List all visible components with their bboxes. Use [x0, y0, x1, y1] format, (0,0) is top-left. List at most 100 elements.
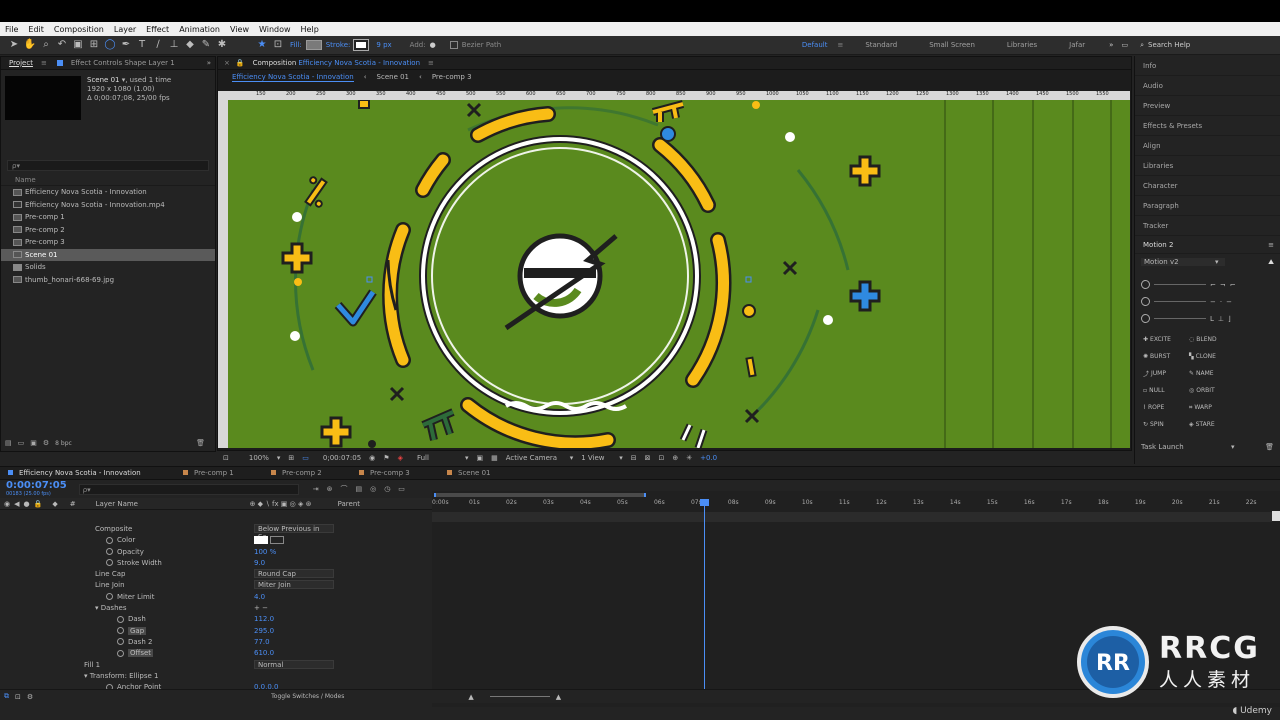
star-icon[interactable]: ★ [254, 38, 270, 52]
property-value[interactable]: 77.0 [254, 637, 270, 648]
fill-swatch[interactable] [305, 40, 322, 50]
layer-name-column[interactable]: Layer Name [96, 500, 246, 508]
tab-composition-label[interactable]: Composition [245, 57, 299, 70]
menu-help[interactable]: Help [296, 25, 324, 34]
motion2-version[interactable]: Motion v2 [1141, 258, 1225, 266]
eraser-tool-icon[interactable]: ◆ [182, 38, 198, 52]
property-value[interactable]: Miter Join [254, 580, 334, 590]
align-icon[interactable]: ⌋ [1228, 315, 1231, 323]
menu-icon[interactable]: ≡ [41, 59, 47, 67]
new-comp-icon[interactable]: ▣ [30, 439, 37, 447]
motion2-title[interactable]: Motion 2 [1143, 241, 1173, 249]
channel-icon[interactable]: ◈ [398, 454, 403, 462]
type-tool-icon[interactable]: T [134, 38, 150, 52]
property-value[interactable]: 112.0 [254, 614, 274, 625]
workspace-menu-icon[interactable]: ≡ [837, 41, 843, 49]
panel-paragraph[interactable]: Paragraph [1135, 196, 1280, 216]
project-search-input[interactable]: ρ▾ [7, 160, 209, 171]
menu-edit[interactable]: Edit [23, 25, 49, 34]
panel-character[interactable]: Character [1135, 176, 1280, 196]
eyedropper-icon[interactable] [270, 536, 284, 545]
flowchart-icon[interactable]: ⊕ [672, 454, 678, 462]
timeline-tab[interactable]: Pre-comp 1 [175, 467, 263, 480]
stroke-label[interactable]: Stroke: [326, 41, 351, 49]
playhead-handle[interactable] [699, 499, 709, 506]
interpret-icon[interactable]: ▤ [5, 439, 12, 447]
fast-preview-icon[interactable]: ⊡ [659, 454, 665, 462]
motion2-clone-button[interactable]: ▚ CLONE [1185, 350, 1231, 363]
stroke-width[interactable]: 9 px [376, 41, 391, 49]
color-swatch[interactable] [254, 536, 268, 545]
stopwatch-icon[interactable] [117, 615, 124, 623]
project-item[interactable]: thumb_honari-668-69.jpg [1, 274, 215, 287]
timeline-search-input[interactable]: ρ▾ [78, 483, 299, 495]
ruler-vertical[interactable] [218, 91, 228, 448]
zoom-dropdown[interactable]: 100% [249, 454, 269, 462]
toggle-switches-modes[interactable]: Toggle Switches / Modes [271, 693, 344, 700]
playhead[interactable] [699, 499, 709, 695]
motion2-null-button[interactable]: ▫ NULL [1139, 384, 1185, 397]
brush-tool-icon[interactable]: ∕ [150, 38, 166, 52]
task-delete-icon[interactable]: 🗑 [1265, 443, 1274, 451]
show-snapshot-icon[interactable]: ⚑ [383, 454, 389, 462]
stopwatch-icon[interactable] [117, 627, 124, 635]
exposure-icon[interactable]: ✳ [686, 454, 692, 462]
project-item[interactable]: Efficiency Nova Scotia - Innovation.mp4 [1, 199, 215, 212]
motion-blur-icon[interactable]: ◎ [370, 485, 376, 493]
expand-inout-icon[interactable]: ⚙ [27, 693, 33, 701]
label-column-icon[interactable]: ◆ [52, 500, 57, 508]
stopwatch-icon[interactable] [106, 548, 113, 556]
property-value[interactable]: Normal [254, 659, 334, 669]
workspace-small-screen[interactable]: Small Screen [929, 41, 975, 49]
project-item[interactable]: Pre-comp 3 [1, 236, 215, 249]
add-icon[interactable]: ● [430, 41, 436, 49]
align-icon[interactable]: ¬ [1220, 281, 1226, 289]
property-value[interactable] [254, 535, 284, 546]
crumb-main[interactable]: Efficiency Nova Scotia - Innovation [232, 73, 354, 82]
reset-exposure-icon[interactable]: ⊠ [645, 454, 651, 462]
fill-label[interactable]: Fill: [290, 41, 302, 49]
parent-column[interactable]: Parent [338, 500, 360, 508]
menu-animation[interactable]: Animation [174, 25, 225, 34]
panel-audio[interactable]: Audio [1135, 76, 1280, 96]
mountain-icon[interactable]: ⛰ [1268, 258, 1274, 267]
motion2-burst-button[interactable]: ✺ BURST [1139, 350, 1185, 363]
tab-composition-name[interactable]: Efficiency Nova Scotia - Innovation [298, 57, 428, 70]
bpc-label[interactable]: 8 bpc [55, 440, 72, 447]
slider-track[interactable] [1154, 318, 1206, 319]
stroke-swatch[interactable] [353, 39, 370, 51]
time-ruler[interactable]: 0:00s 01s 02s 03s 04s 05s 06s 07s 08s 09s 10s 11s 12… [432, 499, 1268, 511]
property-value[interactable]: 4.0 [254, 592, 265, 603]
panel-libraries[interactable]: Libraries [1135, 156, 1280, 176]
comp-flow-icon[interactable]: ⇥ [313, 485, 319, 493]
stopwatch-icon[interactable] [117, 638, 124, 646]
exposure-value[interactable]: +0.0 [700, 454, 717, 462]
property-row[interactable]: Line Cap Round Cap [0, 569, 432, 580]
views-dropdown[interactable]: 1 View [581, 454, 611, 462]
graph-editor-icon[interactable]: ◷ [384, 485, 390, 493]
pan-behind-tool-icon[interactable]: ⊞ [86, 38, 102, 52]
timeline-tab[interactable]: Pre-comp 2 [263, 467, 351, 480]
slider-knob[interactable] [1141, 314, 1150, 323]
chevron-down-icon[interactable]: ▾ [1231, 443, 1235, 451]
menu-effect[interactable]: Effect [141, 25, 174, 34]
align-icon[interactable]: ⌐ [1230, 281, 1236, 289]
workspace-libraries[interactable]: Libraries [1007, 41, 1037, 49]
stopwatch-icon[interactable] [106, 559, 113, 567]
timeline-tab[interactable]: Efficiency Nova Scotia - Innovation [0, 467, 175, 480]
new-folder-icon[interactable]: ▭ [18, 439, 25, 447]
project-col-name[interactable]: Name [1, 175, 215, 186]
chevron-down-icon[interactable]: ▾ [277, 454, 281, 462]
workspace-jafar[interactable]: Jafar [1069, 41, 1085, 49]
menu-window[interactable]: Window [254, 25, 296, 34]
property-row[interactable]: Dash 112.0 [0, 614, 432, 625]
lock-column-icon[interactable]: 🔒 [34, 500, 43, 508]
property-value[interactable]: + − [254, 603, 268, 614]
resolution-dropdown[interactable]: Full [417, 454, 457, 462]
project-item[interactable]: Pre-comp 2 [1, 224, 215, 237]
motion2-spin-button[interactable]: ↻ SPIN [1139, 418, 1185, 431]
motion2-stare-button[interactable]: ◈ STARE [1185, 418, 1231, 431]
property-row[interactable]: Fill 1 Normal [0, 659, 432, 671]
roi-icon[interactable]: ▣ [476, 454, 483, 462]
crumb-scene[interactable]: Scene 01 [377, 73, 409, 81]
